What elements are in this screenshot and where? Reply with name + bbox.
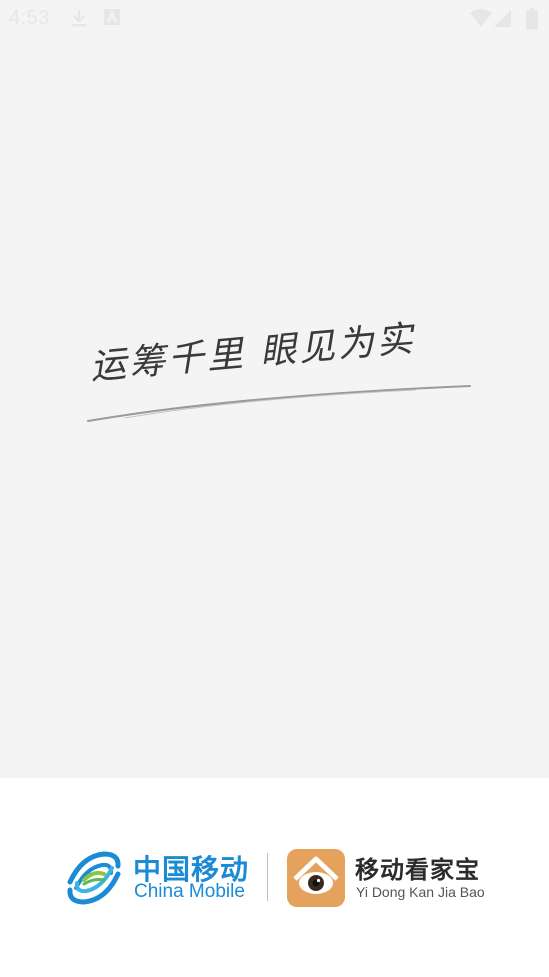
download-icon: [72, 10, 86, 27]
status-time: 4:53: [9, 7, 50, 29]
app-name-cn: 移动看家宝: [355, 856, 480, 884]
signal-icon: [494, 10, 511, 27]
china-mobile-logo-icon: [67, 851, 121, 905]
battery-icon: [526, 8, 538, 30]
footer-brand-bar: 中国移动 China Mobile 移动看家宝 Yi Dong Kan Jia …: [0, 778, 549, 977]
app-name-en: Yi Dong Kan Jia Bao: [356, 884, 485, 900]
splash-screen: 运筹千里 眼见为实: [0, 36, 549, 778]
brand-divider: [267, 853, 268, 901]
china-mobile-name-en: China Mobile: [134, 881, 245, 902]
wifi-icon: [470, 9, 492, 27]
text-a-icon: [104, 9, 120, 25]
slogan-underline: [87, 385, 471, 422]
app-logo-icon: [287, 849, 345, 907]
slogan: 运筹千里 眼见为实: [85, 308, 480, 448]
status-bar: 4:53: [0, 0, 549, 36]
